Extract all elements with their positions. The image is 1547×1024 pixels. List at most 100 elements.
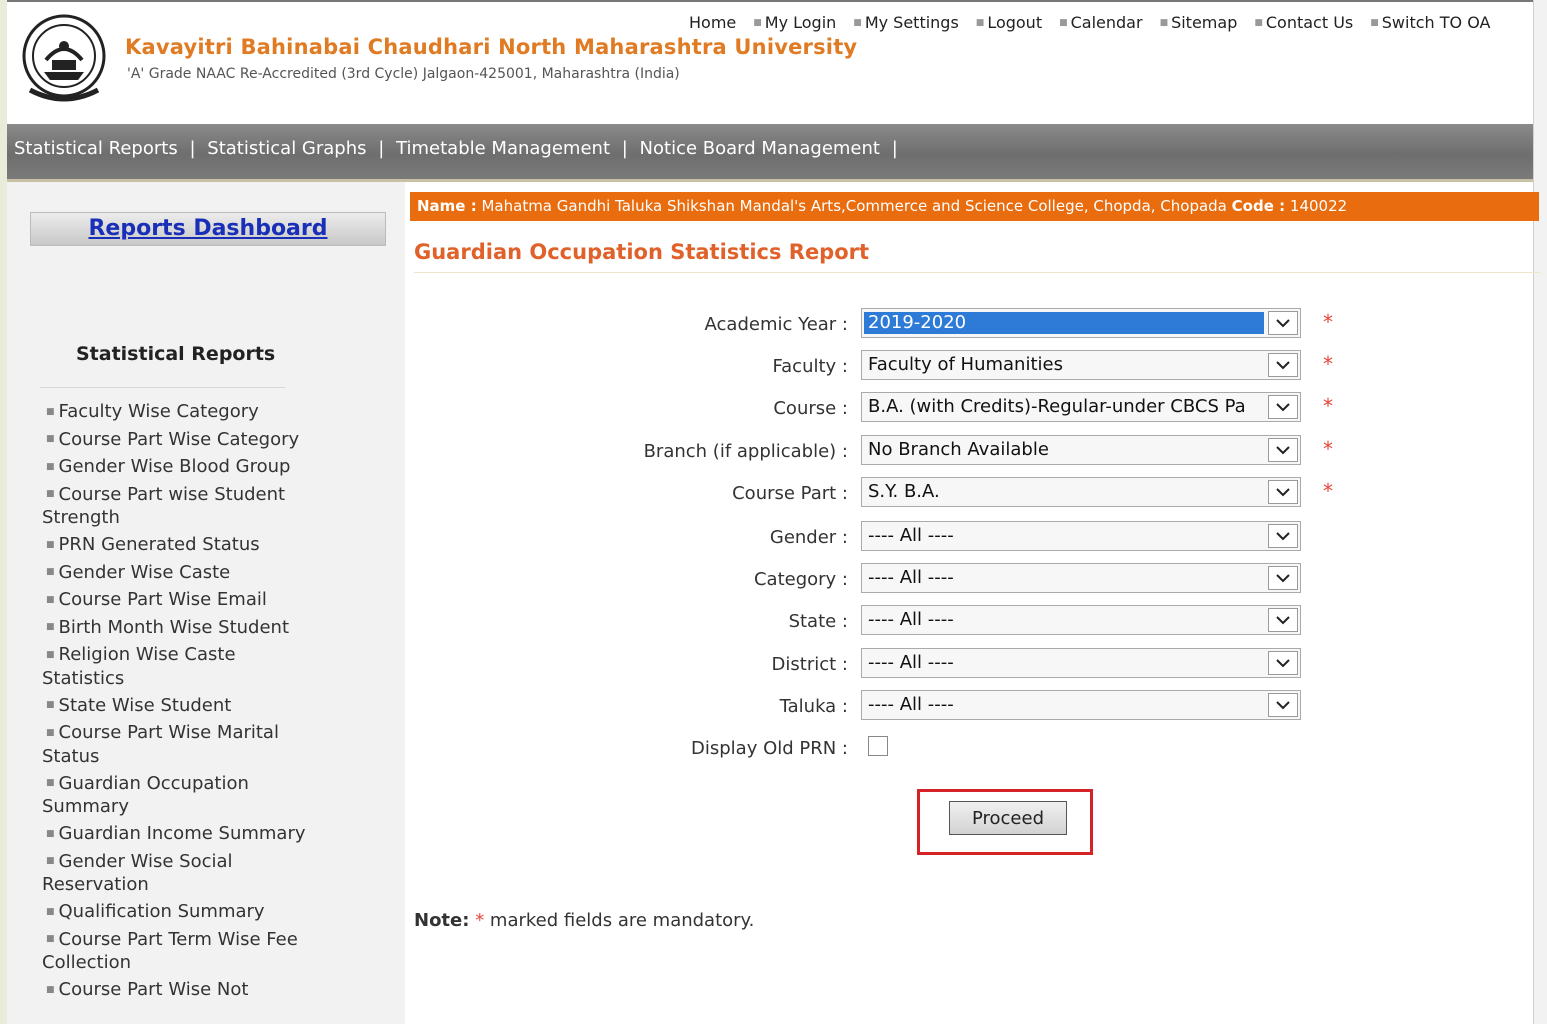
bullet-icon: ■ <box>46 828 55 839</box>
bullet-icon: ■ <box>1059 17 1068 28</box>
reports-dashboard-link[interactable]: Reports Dashboard <box>30 212 386 246</box>
chevron-down-icon[interactable] <box>1268 480 1298 504</box>
bullet-icon: ■ <box>46 434 55 444</box>
required-marker: * <box>1323 310 1333 334</box>
bullet-icon: ■ <box>46 539 55 550</box>
sidebar-item-label: Faculty Wise Category <box>58 401 259 422</box>
chevron-down-icon[interactable] <box>1268 524 1298 548</box>
field-label: Display Old PRN : <box>691 738 848 759</box>
category-select[interactable]: ---- All ---- <box>861 563 1301 593</box>
sidebar-item-label: Guardian Income Summary <box>58 823 306 844</box>
chevron-down-icon[interactable] <box>1268 395 1298 419</box>
sidebar-item-course-part-term-wise-fee-collection[interactable]: ■ Course Part Term Wise Fee Collection <box>42 928 317 975</box>
academic-year-row: Academic Year : 2019-2020 * <box>405 308 1533 342</box>
course-select[interactable]: B.A. (with Credits)-Regular-under CBCS P… <box>861 392 1301 422</box>
sidebar-item-prn-generated-status[interactable]: ■ PRN Generated Status <box>42 533 317 557</box>
link-logout[interactable]: ■ Logout <box>976 13 1042 32</box>
sidebar-item-label: Gender Wise Blood Group <box>58 456 291 477</box>
select-value: S.Y. B.A. <box>868 481 940 502</box>
academic-year-select[interactable]: 2019-2020 <box>861 308 1301 338</box>
chevron-down-icon[interactable] <box>1268 608 1298 632</box>
divider <box>40 387 285 388</box>
display-old-prn-row: Display Old PRN : <box>405 732 1533 766</box>
field-label: Gender : <box>769 527 848 548</box>
page-title: Guardian Occupation Statistics Report <box>414 240 870 264</box>
bullet-icon: ■ <box>46 461 55 472</box>
chevron-down-icon[interactable] <box>1268 566 1298 590</box>
required-marker: * <box>1323 394 1333 418</box>
menu-separator: | <box>891 138 898 159</box>
bullet-icon: ■ <box>46 727 55 738</box>
chevron-down-icon[interactable] <box>1268 438 1298 462</box>
display-old-prn-checkbox[interactable] <box>868 736 888 756</box>
menu-separator: | <box>189 138 196 159</box>
course-part-row: Course Part : S.Y. B.A. * <box>405 477 1533 511</box>
sidebar-item-faculty-wise-category[interactable]: ■ Faculty Wise Category <box>42 400 317 424</box>
bullet-icon: ■ <box>46 649 55 660</box>
district-select[interactable]: ---- All ---- <box>861 648 1301 678</box>
chevron-down-icon[interactable] <box>1268 693 1298 717</box>
sidebar-item-label: Gender Wise Caste <box>58 561 231 583</box>
sidebar-item-guardian-income-summary[interactable]: ■ Guardian Income Summary <box>42 822 317 846</box>
select-value: B.A. (with Credits)-Regular-under CBCS P… <box>868 396 1246 417</box>
mandatory-note: Note: * marked fields are mandatory. <box>414 910 754 931</box>
sidebar-item-gender-wise-caste[interactable]: ■ Gender Wise Caste <box>42 561 317 585</box>
sidebar-item-guardian-occupation-summary[interactable]: ■ Guardian Occupation Summary <box>42 772 317 819</box>
taluka-select[interactable]: ---- All ---- <box>861 690 1301 720</box>
sidebar-item-state-wise-student[interactable]: ■ State Wise Student <box>42 694 317 718</box>
select-value: Faculty of Humanities <box>868 354 1063 375</box>
bullet-icon: ■ <box>46 594 55 605</box>
menu-statistical-reports[interactable]: Statistical Reports <box>14 138 178 159</box>
taluka-row: Taluka : ---- All ---- <box>405 690 1533 724</box>
course-part-select[interactable]: S.Y. B.A. <box>861 477 1301 507</box>
faculty-select[interactable]: Faculty of Humanities <box>861 350 1301 380</box>
select-value: ---- All ---- <box>868 694 954 715</box>
link-switch-to-oa[interactable]: ■ Switch TO OA <box>1370 13 1490 32</box>
link-sitemap[interactable]: ■ Sitemap <box>1160 13 1238 32</box>
chevron-down-icon[interactable] <box>1268 353 1298 377</box>
branch-select[interactable]: No Branch Available <box>861 435 1301 465</box>
sidebar-item-course-part-wise-marital-status[interactable]: ■ Course Part Wise Marital Status <box>42 721 317 768</box>
link-contact-us[interactable]: ■ Contact Us <box>1254 13 1353 32</box>
vertical-scrollbar[interactable] <box>1533 0 1547 1024</box>
link-home[interactable]: Home <box>689 13 736 32</box>
sidebar-item-label: Course Part Wise Email <box>58 589 267 610</box>
link-my-login[interactable]: ■ My Login <box>753 13 836 32</box>
menu-statistical-graphs[interactable]: Statistical Graphs <box>207 138 366 159</box>
sidebar-item-label: Course Part Term Wise Fee Collection <box>42 928 298 974</box>
link-label: Contact Us <box>1265 13 1354 32</box>
sidebar-item-gender-wise-social-reservation[interactable]: ■ Gender Wise Social Reservation <box>42 850 317 897</box>
link-label: My Settings <box>864 13 959 32</box>
sidebar-item-course-part-wise-not[interactable]: ■ Course Part Wise Not <box>42 978 317 1002</box>
chevron-down-icon[interactable] <box>1268 651 1298 675</box>
sidebar-item-label: Course Part wise Student Strength <box>42 483 286 529</box>
chevron-down-icon[interactable] <box>1268 311 1298 335</box>
sidebar: Reports Dashboard Statistical Reports ■ F… <box>7 182 406 1024</box>
link-my-settings[interactable]: ■ My Settings <box>853 13 959 32</box>
menu-timetable-management[interactable]: Timetable Management <box>396 138 610 159</box>
sidebar-item-qualification-summary[interactable]: ■ Qualification Summary <box>42 900 317 924</box>
menu-notice-board-management[interactable]: Notice Board Management <box>640 138 880 159</box>
select-value: 2019-2020 <box>864 312 1264 334</box>
sidebar-item-birth-month-wise-student[interactable]: ■ Birth Month Wise Student <box>42 616 317 640</box>
sidebar-item-label: Course Part Wise Not <box>58 979 249 1000</box>
sidebar-item-religion-wise-caste-statistics[interactable]: ■ Religion Wise Caste Statistics <box>42 643 317 690</box>
gender-select[interactable]: ---- All ---- <box>861 521 1301 551</box>
proceed-button[interactable]: Proceed <box>949 801 1067 835</box>
field-label: Course Part : <box>732 483 848 504</box>
sidebar-item-course-part-wise-student-strength[interactable]: ■ Course Part wise Student Strength <box>42 483 317 530</box>
sidebar-item-gender-wise-blood-group[interactable]: ■ Gender Wise Blood Group <box>42 455 317 479</box>
bullet-icon: ■ <box>46 778 55 788</box>
field-label: District : <box>771 654 848 675</box>
link-label: Sitemap <box>1171 13 1238 32</box>
select-value: ---- All ---- <box>868 609 954 630</box>
bullet-icon: ■ <box>1159 17 1169 28</box>
faculty-row: Faculty : Faculty of Humanities * <box>405 350 1533 384</box>
state-select[interactable]: ---- All ---- <box>861 605 1301 635</box>
sidebar-item-label: PRN Generated Status <box>58 534 260 555</box>
bullet-icon: ■ <box>46 489 55 499</box>
sidebar-item-course-part-wise-category[interactable]: ■ Course Part Wise Category <box>42 428 317 452</box>
bullet-icon: ■ <box>46 406 55 417</box>
link-calendar[interactable]: ■ Calendar <box>1059 13 1142 32</box>
sidebar-item-course-part-wise-email[interactable]: ■ Course Part Wise Email <box>42 588 317 612</box>
